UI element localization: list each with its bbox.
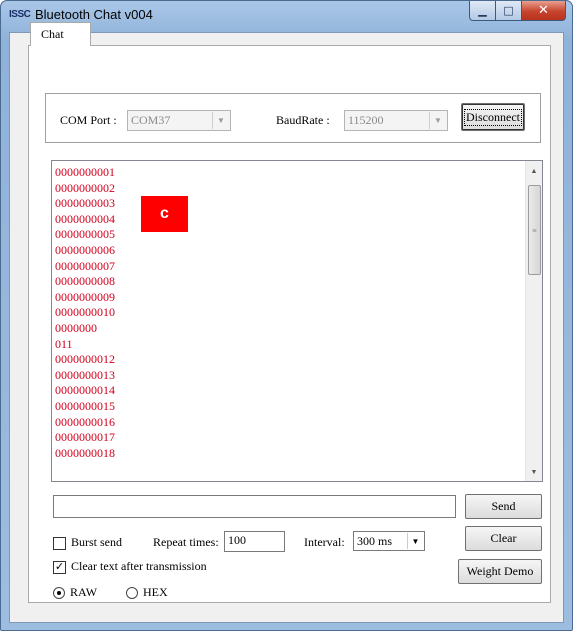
disconnect-button[interactable]: Disconnect xyxy=(461,103,525,131)
disconnect-label: Disconnect xyxy=(464,108,522,126)
output-line: 0000000003 xyxy=(55,196,115,211)
chevron-down-icon: ▼ xyxy=(429,112,446,129)
scroll-down-icon[interactable]: ▼ xyxy=(526,463,542,480)
interval-label: Interval: xyxy=(304,535,345,549)
clear-button[interactable]: Clear xyxy=(465,526,542,551)
baudrate-value: 115200 xyxy=(348,113,384,127)
chevron-down-icon: ▼ xyxy=(212,112,229,129)
output-line: 0000000002 xyxy=(55,180,115,195)
output-line: 0000000001 xyxy=(55,165,115,179)
clear-after-checkbox[interactable]: ✓ xyxy=(53,561,66,574)
interval-value: 300 ms xyxy=(357,534,393,548)
clear-label: Clear xyxy=(490,531,517,545)
output-line: 011 xyxy=(55,336,73,351)
output-line: 0000000014 xyxy=(55,383,115,398)
repeat-times-label: Repeat times: xyxy=(153,535,219,549)
output-line: 0000000015 xyxy=(55,398,115,413)
com-port-value: COM37 xyxy=(131,113,171,127)
annotation-badge: c xyxy=(141,196,188,232)
scroll-up-icon[interactable]: ▲ xyxy=(526,162,542,179)
output-line: 0000000005 xyxy=(55,227,115,242)
interval-select[interactable]: 300 ms ▼ xyxy=(353,531,425,551)
weight-demo-label: Weight Demo xyxy=(466,564,534,578)
com-port-label: COM Port : xyxy=(60,113,117,127)
maximize-button[interactable]: □ xyxy=(496,1,522,21)
burst-send-checkbox[interactable] xyxy=(53,537,66,550)
app-icon: ISSC xyxy=(9,9,31,20)
send-label: Send xyxy=(491,499,516,513)
minimize-icon: ▁ xyxy=(478,4,487,17)
output-line: 0000000017 xyxy=(55,430,115,445)
output-line: 0000000013 xyxy=(55,367,115,382)
output-line: 0000000008 xyxy=(55,274,115,289)
output-lines: 0000000001 0000000002 0000000003 0000000004… xyxy=(55,165,515,461)
minimize-button[interactable]: ▁ xyxy=(469,1,496,21)
output-line: 0000000006 xyxy=(55,242,115,257)
output-line: 0000000018 xyxy=(55,445,115,460)
output-line: 0000000007 xyxy=(55,258,115,273)
close-button[interactable]: ✕ xyxy=(522,1,566,21)
vertical-scrollbar[interactable]: ▲ ≡ ▼ xyxy=(525,161,542,481)
hex-label: HEX xyxy=(143,585,168,599)
message-input[interactable] xyxy=(53,495,456,518)
scroll-thumb[interactable]: ≡ xyxy=(528,185,541,275)
hex-radio[interactable] xyxy=(126,587,138,599)
output-line: 0000000009 xyxy=(55,289,115,304)
output-line: 0000000004 xyxy=(55,211,115,226)
repeat-times-input[interactable]: 100 xyxy=(224,531,285,552)
grip-icon: ≡ xyxy=(532,225,537,235)
weight-demo-button[interactable]: Weight Demo xyxy=(458,559,542,584)
raw-label: RAW xyxy=(70,585,98,599)
com-port-select[interactable]: COM37 ▼ xyxy=(127,110,231,131)
output-line: 0000000016 xyxy=(55,414,115,429)
repeat-times-value: 100 xyxy=(228,533,246,547)
output-line: 0000000012 xyxy=(55,352,115,367)
check-icon: ✓ xyxy=(54,561,65,573)
window-title: Bluetooth Chat v004 xyxy=(35,7,153,22)
output-line: 0000000 xyxy=(55,320,97,335)
maximize-icon: □ xyxy=(503,4,514,17)
chat-output[interactable]: 0000000001 0000000002 0000000003 0000000004… xyxy=(51,160,543,482)
clear-after-label: Clear text after transmission xyxy=(71,559,207,573)
tab-chat[interactable]: Chat xyxy=(30,22,91,46)
burst-send-label: Burst send xyxy=(71,535,122,549)
close-icon: ✕ xyxy=(538,3,549,18)
baudrate-label: BaudRate : xyxy=(276,113,330,127)
raw-radio[interactable] xyxy=(53,587,65,599)
baudrate-select[interactable]: 115200 ▼ xyxy=(344,110,448,131)
output-line: 0000000010 xyxy=(55,305,115,320)
window-controls: ▁ □ ✕ xyxy=(469,1,566,21)
send-button[interactable]: Send xyxy=(465,494,542,519)
chevron-down-icon: ▼ xyxy=(407,533,423,549)
